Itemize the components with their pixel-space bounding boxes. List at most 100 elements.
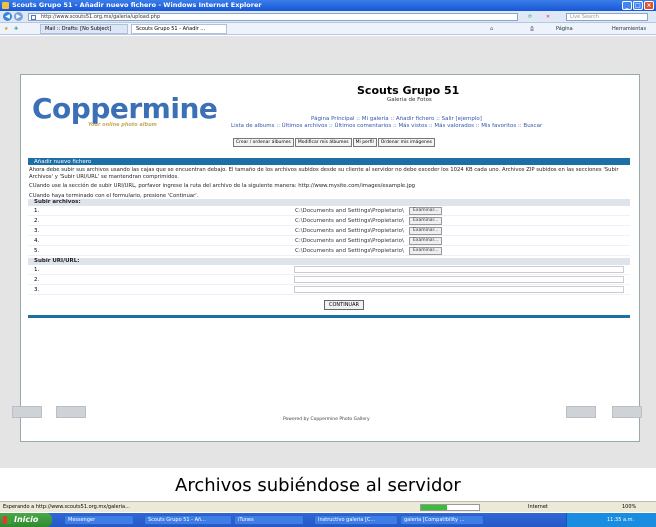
loading-progress-bar bbox=[420, 504, 480, 511]
progress-fill bbox=[421, 505, 448, 510]
file-row: 3. C:\Documents and Settings\Propietario… bbox=[28, 226, 630, 236]
nav-most-viewed[interactable]: Más vistos bbox=[398, 123, 427, 129]
file-path-input[interactable]: C:\Documents and Settings\Propietario\ bbox=[295, 217, 404, 225]
tab-bar: ★ ✚ Mail :: Drafts: [No Subject] Scouts … bbox=[0, 23, 656, 35]
taskbar-item-label: Instructivo galeria [C... bbox=[318, 517, 376, 523]
uri-input[interactable] bbox=[294, 266, 624, 273]
my-profile-button[interactable]: Mi perfil bbox=[352, 138, 377, 147]
home-icon[interactable]: ⌂ bbox=[490, 25, 493, 33]
file-path-input[interactable]: C:\Documents and Settings\Propietario\ bbox=[295, 247, 404, 255]
form-footer-bar bbox=[28, 315, 630, 318]
system-tray: 11:35 a.m. bbox=[566, 513, 656, 527]
admin-toolbar: Crear / ordenar álbumes Modificar mis ál… bbox=[233, 138, 436, 147]
image-caption: Archivos subiéndose al servidor bbox=[175, 475, 461, 496]
file-row: 2. C:\Documents and Settings\Propietario… bbox=[28, 216, 630, 226]
submit-row: CONTINUAR bbox=[28, 295, 630, 315]
security-zone[interactable]: Internet bbox=[528, 502, 548, 512]
decorative-thumbnail bbox=[566, 406, 596, 418]
browse-button[interactable]: Examinar... bbox=[409, 237, 443, 245]
favorites-star-icon[interactable]: ★ bbox=[4, 25, 8, 33]
powered-by[interactable]: Powered by Coppermine Photo Gallery bbox=[283, 417, 370, 422]
tab-scouts[interactable]: Scouts Grupo 51 - Añadir ... bbox=[131, 24, 227, 34]
taskbar-item-label: Scouts Grupo 51 - Añ... bbox=[148, 517, 206, 523]
row-number: 5. bbox=[34, 248, 40, 254]
nav-favorites[interactable]: Mis favoritos bbox=[481, 123, 516, 129]
uri-row: 2. bbox=[28, 275, 630, 285]
decorative-thumbnail bbox=[12, 406, 42, 418]
modify-albums-button[interactable]: Modificar mis álbumes bbox=[294, 138, 352, 147]
uri-input[interactable] bbox=[294, 286, 624, 293]
page-icon bbox=[31, 15, 36, 20]
search-input[interactable]: Live Search bbox=[566, 13, 648, 21]
taskbar-item-messenger[interactable]: Messenger bbox=[64, 515, 134, 525]
taskbar-item-label: Messenger bbox=[68, 517, 96, 523]
close-button[interactable]: × bbox=[644, 1, 654, 10]
taskbar-item-instructivo[interactable]: Instructivo galeria [C... bbox=[314, 515, 398, 525]
browse-button[interactable]: Examinar... bbox=[409, 217, 443, 225]
files-section-title: Subir archivos: bbox=[28, 199, 630, 206]
file-row: 4. C:\Documents and Settings\Propietario… bbox=[28, 236, 630, 246]
site-title: Scouts Grupo 51 bbox=[357, 84, 460, 97]
row-number: 2. bbox=[34, 218, 40, 224]
create-albums-button[interactable]: Crear / ordenar álbumes bbox=[233, 138, 294, 147]
nav-my-gallery[interactable]: Mi galería bbox=[362, 116, 389, 122]
upload-form: Añadir nuevo fichero Ahora debe subir su… bbox=[28, 158, 630, 318]
site-subtitle: Galeria de Fotos bbox=[387, 97, 432, 103]
secondary-nav: Lista de albums :: Últimos archivos :: Ú… bbox=[231, 123, 543, 129]
browse-button[interactable]: Examinar... bbox=[409, 207, 443, 215]
tab-mail[interactable]: Mail :: Drafts: [No Subject] bbox=[40, 24, 128, 34]
windows-flag-icon bbox=[3, 516, 11, 524]
browse-button[interactable]: Examinar... bbox=[409, 227, 443, 235]
taskbar-item-galeria[interactable]: galeria [Compatibility ... bbox=[400, 515, 484, 525]
back-button[interactable]: ◀ bbox=[3, 12, 12, 21]
taskbar-item-itunes[interactable]: iTunes bbox=[234, 515, 304, 525]
start-button[interactable]: Inicio bbox=[0, 513, 52, 527]
nav-last-uploads[interactable]: Últimos archivos bbox=[282, 123, 328, 129]
status-text: Esperando a http://www.scouts51.org.mx/g… bbox=[3, 504, 130, 510]
uri-section-title: Subir URI/URL: bbox=[28, 258, 630, 265]
zoom-level[interactable]: 100% bbox=[622, 502, 636, 512]
sort-images-button[interactable]: Ordenar mis imágenes bbox=[377, 138, 435, 147]
stop-icon[interactable]: ✕ bbox=[546, 13, 550, 21]
minimize-button[interactable]: _ bbox=[622, 1, 632, 10]
page-menu[interactable]: Página bbox=[556, 25, 573, 33]
nav-last-comments[interactable]: Últimos comentarios bbox=[334, 123, 391, 129]
gallery-page: Coppermine Your online photo album Scout… bbox=[20, 74, 640, 442]
print-icon[interactable]: ⎙ bbox=[530, 25, 534, 33]
add-favorite-icon[interactable]: ✚ bbox=[14, 25, 18, 33]
clock[interactable]: 11:35 a.m. bbox=[607, 517, 634, 523]
decorative-thumbnail bbox=[56, 406, 86, 418]
row-number: 3. bbox=[34, 228, 40, 234]
continue-button[interactable]: CONTINUAR bbox=[324, 300, 364, 310]
decorative-thumbnail bbox=[612, 406, 642, 418]
url-input[interactable]: http://www.scouts51.org.mx/galeria/uploa… bbox=[28, 13, 518, 21]
ie-icon bbox=[2, 2, 9, 9]
tab-label: Mail :: Drafts: [No Subject] bbox=[45, 26, 112, 32]
start-label: Inicio bbox=[14, 515, 39, 524]
uri-input[interactable] bbox=[294, 276, 624, 283]
taskbar-item-label: galeria [Compatibility ... bbox=[404, 517, 465, 523]
maximize-button[interactable]: □ bbox=[633, 1, 643, 10]
nav-album-list[interactable]: Lista de albums bbox=[231, 123, 274, 129]
refresh-icon[interactable]: ⟳ bbox=[528, 13, 532, 21]
forward-button[interactable]: ▶ bbox=[14, 12, 23, 21]
tools-menu[interactable]: Herramientas bbox=[612, 25, 646, 33]
file-row: 5. C:\Documents and Settings\Propietario… bbox=[28, 246, 630, 256]
file-path-input[interactable]: C:\Documents and Settings\Propietario\ bbox=[295, 207, 404, 215]
nav-search[interactable]: Buscar bbox=[523, 123, 542, 129]
coppermine-logo[interactable]: Coppermine Your online photo album bbox=[32, 92, 218, 132]
tab-label: Scouts Grupo 51 - Añadir ... bbox=[136, 26, 206, 32]
file-path-input[interactable]: C:\Documents and Settings\Propietario\ bbox=[295, 227, 404, 235]
nav-home[interactable]: Página Principal bbox=[311, 116, 355, 122]
taskbar-item-scouts[interactable]: Scouts Grupo 51 - Añ... bbox=[144, 515, 232, 525]
nav-top-rated[interactable]: Más valorados bbox=[434, 123, 474, 129]
row-number: 4. bbox=[34, 238, 40, 244]
window-title: Scouts Grupo 51 - Añadir nuevo fichero -… bbox=[12, 1, 262, 9]
nav-logout[interactable]: Salir [ejemplo] bbox=[442, 116, 482, 122]
logo-tagline: Your online photo album bbox=[88, 122, 157, 128]
file-path-input[interactable]: C:\Documents and Settings\Propietario\ bbox=[295, 237, 404, 245]
row-number: 3. bbox=[34, 287, 40, 293]
browse-button[interactable]: Examinar... bbox=[409, 247, 443, 255]
nav-add-file[interactable]: Añadir fichero bbox=[396, 116, 435, 122]
address-bar: ◀ ▶ http://www.scouts51.org.mx/galeria/u… bbox=[0, 11, 656, 23]
